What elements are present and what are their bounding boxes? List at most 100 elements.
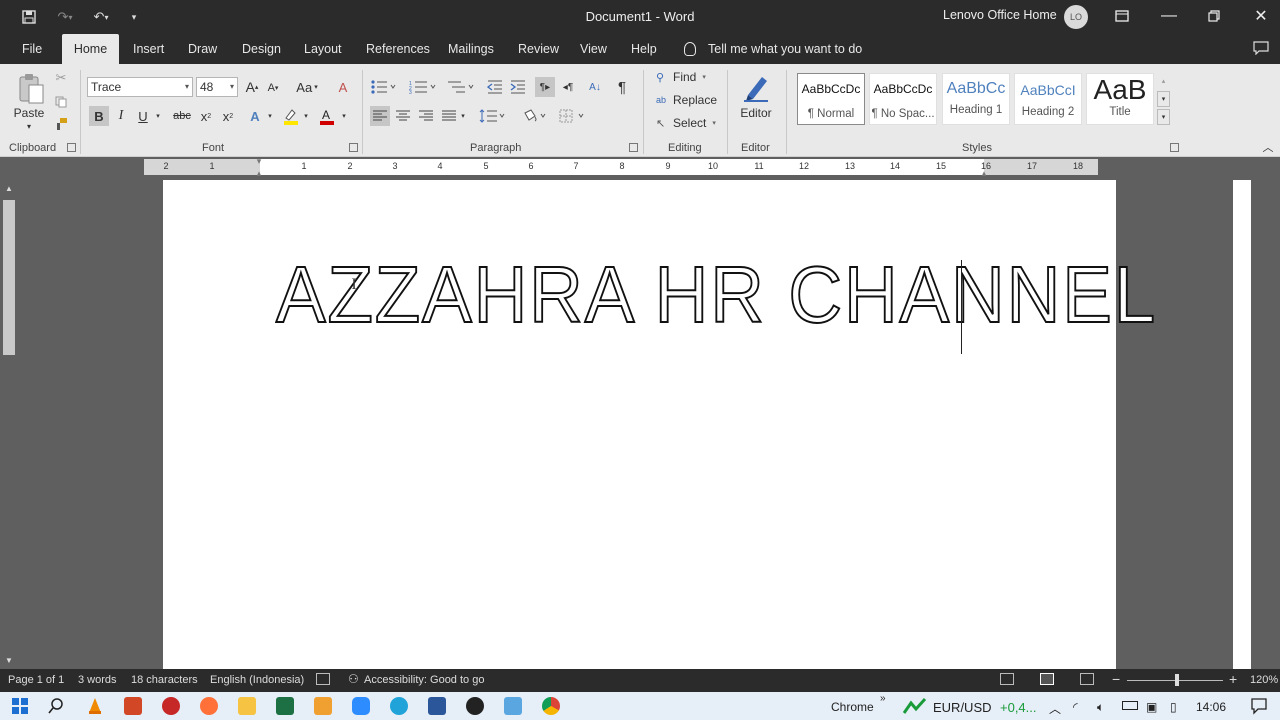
show-hidden-icons[interactable]: ︿	[1049, 700, 1061, 717]
tell-me-search[interactable]: Tell me what you want to do	[684, 40, 862, 58]
comments-icon[interactable]	[1252, 40, 1270, 56]
style-no-spacing[interactable]: AaBbCcDc ¶ No Spac...	[869, 73, 937, 125]
bullets-icon[interactable]	[370, 77, 398, 97]
font-color-icon[interactable]: A	[317, 106, 337, 126]
ticker-value[interactable]: +0,4...	[1000, 700, 1037, 715]
ribbon-display-options-icon[interactable]	[1099, 0, 1145, 32]
edge-icon[interactable]	[390, 697, 408, 715]
horizontal-ruler[interactable]: 2 1 1 2 3 4 5 6 7 8 9 10 11 12 13 14 15 …	[0, 156, 1280, 179]
style-title[interactable]: AaB Title	[1086, 73, 1154, 125]
tab-draw[interactable]: Draw	[182, 34, 223, 64]
notifications-icon[interactable]	[1250, 697, 1268, 715]
tab-mailings[interactable]: Mailings	[442, 34, 500, 64]
vlc-icon[interactable]	[86, 697, 104, 715]
zoom-in-icon[interactable]: +	[1229, 671, 1237, 687]
media-player-icon[interactable]	[314, 697, 332, 715]
styles-scroll-down-icon[interactable]: ▾	[1157, 91, 1170, 107]
macro-icon[interactable]	[316, 673, 330, 685]
decrease-indent-icon[interactable]	[485, 77, 505, 97]
customize-quick-access-icon[interactable]: ▾	[126, 7, 142, 27]
editor-button[interactable]: Editor	[734, 106, 778, 120]
print-layout-icon[interactable]	[1040, 673, 1054, 685]
right-indent-marker[interactable]: ▴	[979, 168, 989, 178]
hanging-indent-marker[interactable]: ▴	[254, 168, 264, 178]
paste-icon[interactable]	[16, 72, 46, 106]
underline-dropdown-icon[interactable]: ▾	[154, 110, 162, 122]
subscript-icon[interactable]: x2	[197, 106, 215, 126]
document-page[interactable]: AZZAHRA HR CHANNEL I	[163, 180, 1156, 669]
ticker-symbol[interactable]: EUR/USD	[933, 700, 992, 715]
style-heading-1[interactable]: AaBbCc Heading 1	[942, 73, 1010, 125]
editor-pen-icon[interactable]	[738, 70, 774, 104]
align-right-icon[interactable]	[416, 106, 436, 126]
tab-home[interactable]: Home	[62, 34, 119, 64]
zoom-level[interactable]: 120%	[1250, 674, 1278, 686]
volume-icon[interactable]: 🔈︎	[1097, 700, 1104, 715]
zoom-slider-handle[interactable]	[1175, 674, 1179, 686]
firefox-icon[interactable]	[200, 697, 218, 715]
numbering-icon[interactable]: 123	[408, 77, 438, 97]
paste-dropdown-icon[interactable]: ▾	[24, 122, 34, 131]
text-effects-icon[interactable]: A	[246, 106, 264, 126]
vertical-scrollbar[interactable]: ▲ ▼	[0, 180, 18, 669]
show-hide-marks-icon[interactable]: ¶	[612, 77, 632, 97]
shading-icon[interactable]	[520, 106, 550, 126]
line-spacing-icon[interactable]	[478, 106, 506, 126]
tab-references[interactable]: References	[360, 34, 436, 64]
obs-icon[interactable]	[466, 697, 484, 715]
highlight-dropdown-icon[interactable]: ▾	[302, 110, 310, 122]
font-size-combo[interactable]: 48 ▾	[196, 77, 238, 97]
chrome-label[interactable]: Chrome	[831, 700, 874, 714]
italic-icon[interactable]: I	[112, 106, 130, 126]
language[interactable]: English (Indonesia)	[210, 674, 304, 686]
tab-design[interactable]: Design	[236, 34, 287, 64]
align-center-icon[interactable]	[393, 106, 413, 126]
change-case-icon[interactable]: Aa ▾	[292, 77, 322, 97]
tab-view[interactable]: View	[574, 34, 613, 64]
distributed-dropdown-icon[interactable]: ▾	[459, 110, 467, 122]
grow-font-icon[interactable]: A ▴	[243, 77, 261, 97]
shrink-font-icon[interactable]: A ▾	[264, 79, 282, 97]
phone-icon[interactable]: ▯	[1170, 700, 1177, 714]
borders-icon[interactable]	[558, 106, 588, 126]
overflow-chevron-icon[interactable]: »	[880, 693, 886, 704]
styles-scroll-up-icon[interactable]: ▴	[1157, 73, 1170, 89]
increase-indent-icon[interactable]	[508, 77, 528, 97]
style-normal[interactable]: AaBbCcDc ¶ Normal	[797, 73, 865, 125]
file-explorer-icon[interactable]	[238, 697, 256, 715]
bold-icon[interactable]: B	[89, 106, 109, 126]
vertical-ruler[interactable]	[1233, 180, 1251, 669]
tab-help[interactable]: Help	[625, 34, 663, 64]
windows-start-icon[interactable]	[11, 697, 29, 715]
avatar[interactable]: LO	[1064, 5, 1088, 29]
right-to-left-icon[interactable]: ◂¶	[558, 77, 578, 97]
align-left-icon[interactable]	[370, 106, 390, 126]
tab-review[interactable]: Review	[512, 34, 565, 64]
wifi-icon[interactable]: ◜	[1073, 700, 1078, 714]
recorder-icon[interactable]	[162, 697, 180, 715]
excel-icon[interactable]	[276, 697, 294, 715]
zoom-icon[interactable]	[352, 697, 370, 715]
zoom-out-icon[interactable]: −	[1112, 671, 1120, 687]
search-icon[interactable]	[47, 697, 65, 715]
left-to-right-icon[interactable]: ¶▸	[535, 77, 555, 97]
document-text[interactable]: AZZAHRA HR CHANNEL	[275, 249, 1157, 340]
replace-button[interactable]: ab Replace	[656, 93, 717, 107]
left-indent-marker[interactable]: ▾	[254, 156, 264, 166]
collapse-ribbon-icon[interactable]: ︿	[1260, 140, 1276, 154]
display-icon[interactable]	[504, 697, 522, 715]
scroll-down-icon[interactable]: ▼	[3, 654, 15, 666]
battery-icon[interactable]	[1122, 701, 1138, 710]
character-count[interactable]: 18 characters	[131, 674, 198, 686]
multilevel-list-icon[interactable]	[446, 77, 476, 97]
styles-launcher-icon[interactable]	[1170, 143, 1179, 152]
clipboard-launcher-icon[interactable]	[67, 143, 76, 152]
scroll-up-icon[interactable]: ▲	[3, 182, 15, 194]
powerpoint-icon[interactable]	[124, 697, 142, 715]
undo-icon[interactable]: ↶ ▾	[86, 7, 116, 27]
styles-more-icon[interactable]: ▾	[1157, 109, 1170, 125]
underline-icon[interactable]: U	[134, 106, 152, 126]
highlight-color-icon[interactable]	[281, 106, 301, 126]
save-icon[interactable]	[18, 7, 40, 27]
account-name[interactable]: Lenovo Office Home	[943, 8, 1057, 22]
